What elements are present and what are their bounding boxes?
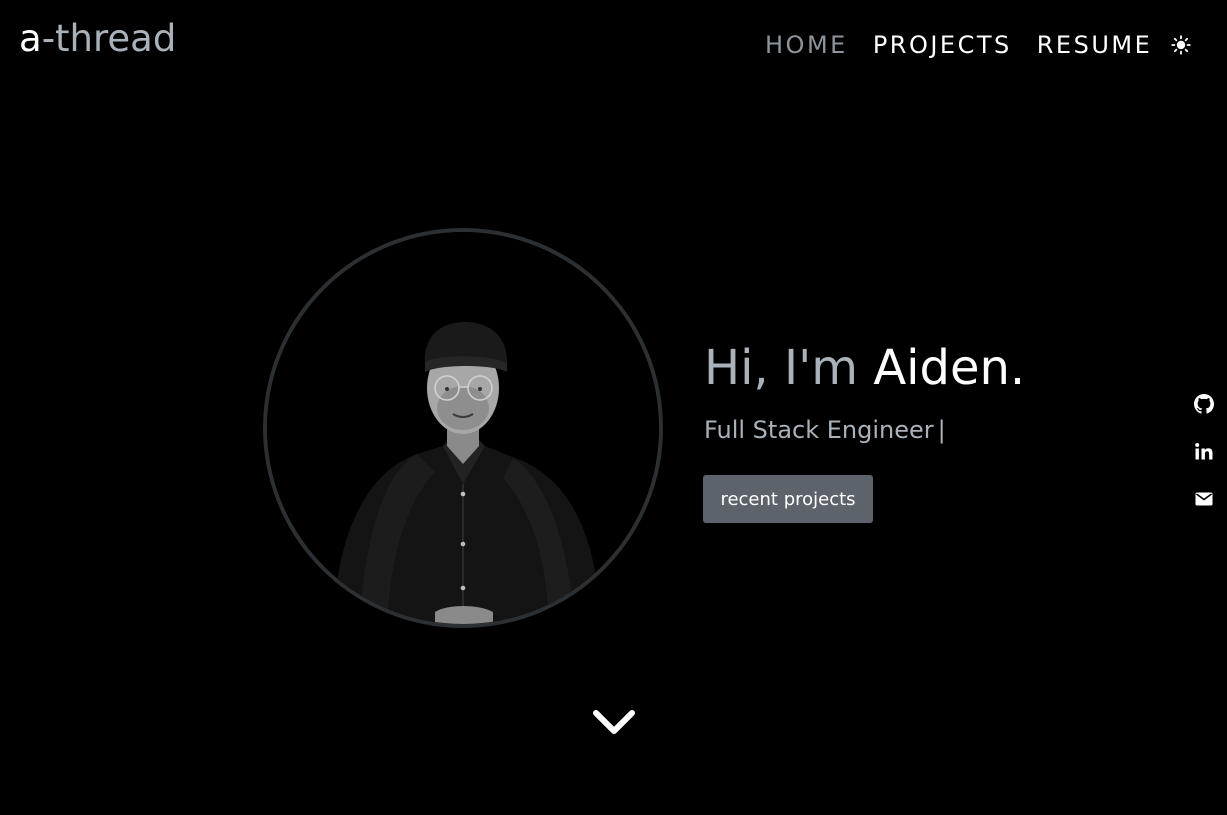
linkedin-link[interactable]	[1193, 441, 1215, 463]
hero-name: Aiden.	[873, 340, 1026, 396]
nav-home-link[interactable]: HOME	[765, 28, 848, 62]
page: a-thread HOME PROJECTS RESUME Hi, I'm Ai…	[0, 0, 1227, 815]
main-nav: HOME PROJECTS RESUME	[765, 28, 1192, 62]
hero-role: Full Stack Engineer |	[704, 414, 946, 446]
profile-photo	[267, 232, 659, 624]
recent-projects-button[interactable]: recent projects	[703, 475, 873, 523]
nav-projects-link[interactable]: PROJECTS	[873, 28, 1012, 62]
logo-letter: a	[19, 17, 42, 60]
chevron-down-icon	[593, 710, 635, 734]
greeting-prefix: Hi, I'm	[704, 340, 874, 396]
typing-cursor: |	[937, 416, 946, 444]
logo-text: -thread	[41, 17, 177, 60]
github-icon	[1194, 394, 1214, 414]
email-icon	[1195, 492, 1213, 506]
github-link[interactable]	[1193, 393, 1215, 415]
theme-toggle-button[interactable]	[1170, 34, 1192, 56]
site-logo[interactable]: a-thread	[19, 16, 176, 62]
hero-greeting: Hi, I'm Aiden.	[704, 337, 1025, 399]
role-text: Full Stack Engineer	[704, 416, 934, 444]
email-link[interactable]	[1193, 488, 1215, 510]
scroll-down-button[interactable]	[591, 703, 637, 739]
linkedin-icon	[1195, 443, 1213, 460]
profile-avatar	[263, 228, 663, 628]
sun-icon	[1171, 35, 1191, 55]
nav-resume-link[interactable]: RESUME	[1037, 28, 1153, 62]
